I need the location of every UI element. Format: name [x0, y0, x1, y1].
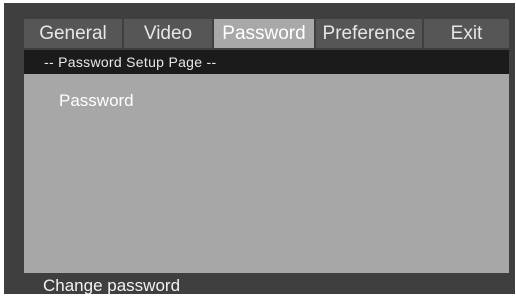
tab-general[interactable]: General [24, 19, 122, 48]
status-hint: Change password [43, 276, 181, 295]
tab-exit[interactable]: Exit [424, 19, 509, 48]
settings-panel: -- Password Setup Page -- Password [24, 50, 509, 273]
page-title: -- Password Setup Page -- [44, 54, 217, 70]
tab-bar: General Video Password Preference Exit [24, 19, 509, 48]
tab-video[interactable]: Video [124, 19, 212, 48]
tab-preference[interactable]: Preference [316, 19, 422, 48]
panel-header: -- Password Setup Page -- [24, 50, 509, 74]
menu-item-password[interactable]: Password [59, 90, 134, 112]
tab-password[interactable]: Password [214, 19, 314, 48]
dvd-setup-screen: General Video Password Preference Exit -… [4, 3, 515, 295]
